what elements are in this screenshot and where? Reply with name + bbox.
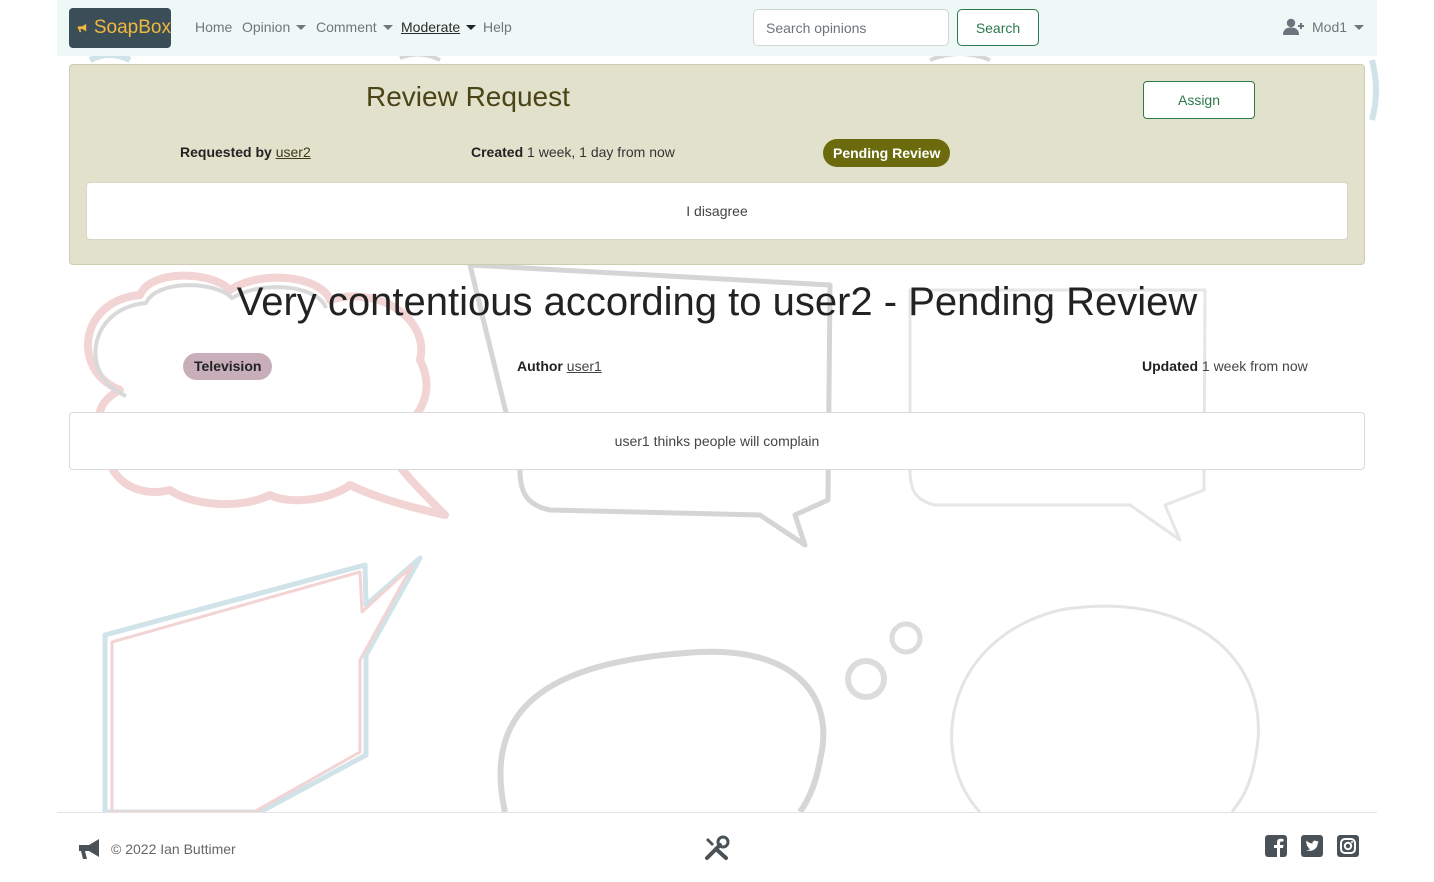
nav-comment-label: Comment: [316, 19, 377, 35]
status-badge: Pending Review: [823, 139, 951, 167]
user-menu-dropdown[interactable]: Mod1: [1283, 18, 1365, 36]
review-reason-text: I disagree: [86, 182, 1348, 240]
author-link[interactable]: user1: [567, 358, 602, 374]
copyright-text: © 2022 Ian Buttimer: [111, 841, 236, 857]
chevron-down-icon: [296, 24, 307, 30]
nav-help[interactable]: Help: [483, 19, 512, 35]
opinion-content-text: user1 thinks people will complain: [614, 433, 820, 449]
nav-opinion-label: Opinion: [242, 19, 291, 35]
brand-name: SoapBox: [93, 17, 171, 38]
chevron-down-icon: [382, 24, 393, 30]
updated-label: Updated: [1142, 358, 1198, 374]
footer-copyright: © 2022 Ian Buttimer: [77, 837, 236, 861]
assign-button[interactable]: Assign: [1143, 81, 1255, 119]
nav-moderate-dropdown[interactable]: Moderate: [401, 19, 477, 35]
facebook-icon[interactable]: [1265, 835, 1287, 857]
top-navbar: SoapBox Home Opinion Comment Moderate He…: [57, 0, 1377, 56]
updated-meta: Updated 1 week from now: [1142, 358, 1308, 374]
review-request-card: Review Request Assign Requested by user2…: [69, 64, 1365, 265]
footer: © 2022 Ian Buttimer: [57, 812, 1377, 882]
megaphone-icon: [77, 23, 87, 33]
nav-help-label: Help: [483, 19, 512, 35]
user-plus-icon: [1283, 18, 1304, 35]
page: SoapBox Home Opinion Comment Moderate He…: [57, 0, 1377, 882]
created-label: Created: [471, 144, 524, 160]
opinion-title: Very contentious according to user2 - Pe…: [236, 280, 1198, 324]
author-label: Author: [517, 358, 563, 374]
nav-moderate-label: Moderate: [401, 19, 461, 35]
nav-home[interactable]: Home: [195, 19, 232, 35]
instagram-icon[interactable]: [1337, 835, 1359, 857]
category-badge[interactable]: Television: [183, 353, 273, 380]
chevron-down-icon: [1354, 24, 1365, 30]
requester-link[interactable]: user2: [276, 144, 311, 160]
created-value: 1 week, 1 day from now: [527, 144, 675, 160]
twitter-icon[interactable]: [1301, 835, 1323, 857]
nav-comment-dropdown[interactable]: Comment: [316, 19, 393, 35]
requested-by-meta: Requested by user2: [180, 144, 311, 160]
chevron-down-icon: [466, 24, 477, 30]
username-label: Mod1: [1312, 19, 1348, 35]
requested-by-label: Requested by: [180, 144, 272, 160]
review-reason-value: I disagree: [686, 203, 748, 219]
brand-logo-link[interactable]: SoapBox: [69, 8, 171, 48]
created-meta: Created 1 week, 1 day from now: [471, 144, 675, 160]
nav-home-label: Home: [195, 19, 233, 35]
tools-icon[interactable]: [704, 835, 730, 861]
nav-opinion-dropdown[interactable]: Opinion: [242, 19, 307, 35]
search-input[interactable]: [753, 9, 949, 46]
opinion-content: user1 thinks people will complain: [69, 412, 1365, 470]
megaphone-icon: [79, 839, 99, 859]
updated-value: 1 week from now: [1201, 358, 1308, 374]
review-request-title: Review Request: [366, 81, 570, 112]
author-meta: Author user1: [517, 358, 602, 374]
search-button[interactable]: Search: [957, 9, 1039, 46]
